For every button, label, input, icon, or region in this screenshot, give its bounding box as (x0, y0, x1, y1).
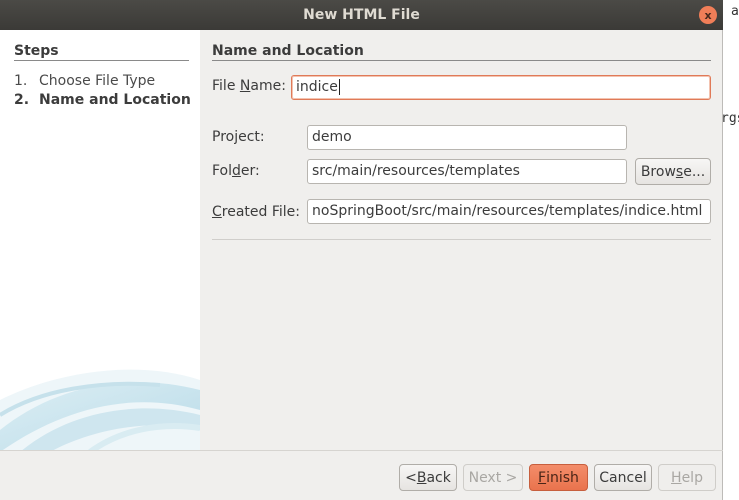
step-number: 2. (14, 92, 30, 108)
finish-button[interactable]: Finish (529, 464, 588, 491)
project-field[interactable]: demo (307, 125, 627, 150)
text-caret (338, 79, 340, 95)
back-button[interactable]: < Back (399, 464, 457, 491)
help-button[interactable]: Help (658, 464, 716, 491)
step-number: 1. (14, 73, 28, 89)
browse-button[interactable]: Brow s e... (635, 158, 711, 185)
step-label: Name and Location (39, 92, 191, 108)
folder-label: Folder: (212, 163, 260, 179)
created-file-field[interactable]: noSpringBoot/src/main/resources/template… (307, 199, 711, 224)
steps-divider (14, 60, 189, 61)
next-button[interactable]: Next > (463, 464, 523, 491)
step-label: Choose File Type (39, 73, 156, 89)
steps-panel: Steps 1. Choose File Type 2. Name and Loca… (0, 30, 200, 450)
project-label: Project: (212, 129, 265, 145)
section-title: Name and Location (212, 43, 364, 59)
file-name-label: File Name: (212, 78, 286, 94)
step-choose-file-type: 1. Choose File Type (14, 73, 155, 89)
created-file-value: noSpringBoot/src/main/resources/template… (312, 203, 703, 219)
close-button[interactable]: x (699, 6, 717, 24)
dialog-title: New HTML File (303, 7, 420, 23)
fields-divider (212, 239, 711, 240)
dialog-titlebar[interactable]: New HTML File (0, 0, 723, 30)
created-file-label: Created File: (212, 204, 301, 220)
wizard-swoosh-graphic (0, 369, 200, 450)
close-icon: x (704, 8, 712, 22)
steps-title: Steps (14, 43, 59, 59)
section-divider (212, 60, 711, 61)
file-name-input[interactable]: indice (291, 75, 711, 100)
background-editor-text: rgs (721, 111, 739, 126)
cancel-button[interactable]: Cancel (594, 464, 652, 491)
button-bar-divider (0, 450, 723, 451)
folder-input[interactable]: src/main/resources/templates (307, 159, 627, 184)
background-editor: at rgs (721, 0, 739, 500)
step-name-and-location: 2. Name and Location (14, 92, 191, 108)
new-html-file-dialog: New HTML File x Steps 1. Choose File Type… (0, 0, 723, 500)
background-editor-text: at (731, 4, 739, 19)
